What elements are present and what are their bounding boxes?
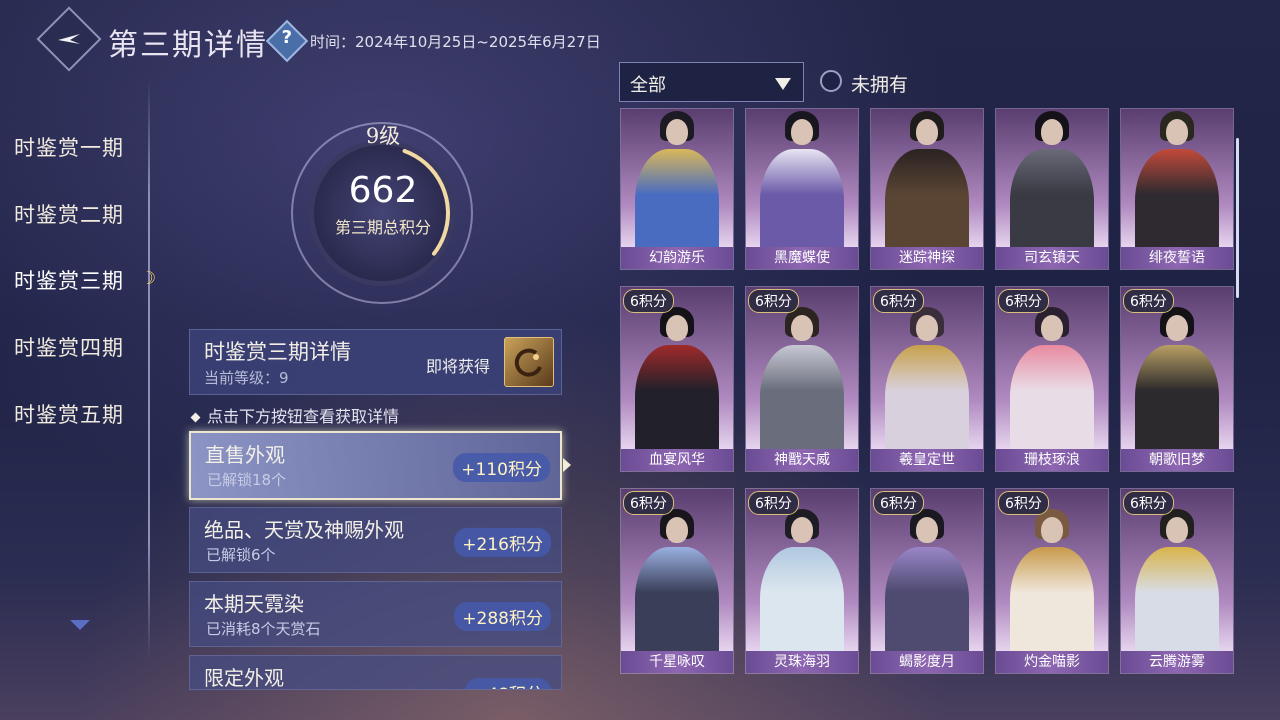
source-title: 绝品、天赏及神赐外观 — [204, 518, 404, 542]
points-badge: 6积分 — [873, 289, 924, 313]
hint-text: 点击下方按钮查看获取详情 — [190, 403, 400, 427]
score-ring: 9级 662 第三期总积分 — [283, 118, 483, 304]
outfit-portrait — [1121, 109, 1233, 269]
ring-progress-arc — [314, 145, 450, 281]
total-score-label: 第三期总积分 — [334, 218, 431, 237]
period-time: 时间：2024年10月25日~2025年6月27日 — [310, 33, 601, 51]
points-badge: 6积分 — [998, 491, 1049, 515]
outfit-name: 灵珠海羽 — [746, 651, 858, 673]
source-direct-sale[interactable]: 直售外观 已解锁18个 +110积分 — [189, 431, 562, 500]
outfit-card[interactable]: 6积分蝎影度月 — [870, 488, 984, 674]
source-title: 本期天霓染 — [204, 592, 304, 616]
outfit-name: 绯夜誓语 — [1121, 247, 1233, 269]
source-dye[interactable]: 本期天霓染 已消耗8个天赏石 +288积分 — [189, 581, 562, 647]
points-badge: 6积分 — [873, 491, 924, 515]
source-points: +110积分 — [453, 453, 550, 482]
page-title: 第三期详情 — [108, 28, 268, 63]
current-level: 当前等级：9 — [204, 369, 289, 387]
outfit-name: 朝歌旧梦 — [1121, 449, 1233, 471]
source-title: 限定外观 — [204, 666, 284, 690]
outfit-name: 司玄镇天 — [996, 247, 1108, 269]
source-limited[interactable]: 限定外观 +48积分 — [189, 655, 562, 690]
detail-title: 时鉴赏三期详情 — [204, 340, 351, 364]
points-badge: 6积分 — [623, 491, 674, 515]
outfit-card[interactable]: 绯夜誓语 — [1120, 108, 1234, 270]
outfit-name: 珊枝琢浪 — [996, 449, 1108, 471]
nav-item-period-1[interactable]: 时鉴赏一期 — [14, 132, 124, 162]
total-score: 662 — [348, 170, 418, 211]
outfit-card[interactable]: 迷踪神探 — [870, 108, 984, 270]
outfit-name: 云腾游雾 — [1121, 651, 1233, 673]
outfit-name: 幻韵游乐 — [621, 247, 733, 269]
period-detail-card: 时鉴赏三期详情 当前等级：9 即将获得 — [189, 329, 562, 395]
nav-item-period-2[interactable]: 时鉴赏二期 — [14, 199, 124, 229]
next-reward-icon[interactable] — [504, 337, 554, 387]
outfit-card[interactable]: 6积分珊枝琢浪 — [995, 286, 1109, 472]
outfit-card[interactable]: 6积分灼金喵影 — [995, 488, 1109, 674]
source-title: 直售外观 — [205, 443, 285, 467]
scroll-down-icon[interactable] — [70, 620, 90, 630]
outfit-name: 千星咏叹 — [621, 651, 733, 673]
source-sub: 已消耗8个天赏石 — [206, 620, 321, 638]
filter-selected: 全部 — [630, 75, 666, 96]
outfit-portrait — [746, 109, 858, 269]
points-badge: 6积分 — [998, 289, 1049, 313]
filter-dropdown[interactable]: 全部 — [619, 62, 804, 102]
outfit-card[interactable]: 黑魔蝶使 — [745, 108, 859, 270]
outfit-portrait — [871, 109, 983, 269]
points-badge: 6积分 — [748, 289, 799, 313]
nav-item-period-3[interactable]: 时鉴赏三期 — [14, 265, 124, 295]
points-badge: 6积分 — [1123, 289, 1174, 313]
outfit-name: 神戬天威 — [746, 449, 858, 471]
outfit-card[interactable]: 6积分灵珠海羽 — [745, 488, 859, 674]
grid-scrollbar[interactable] — [1236, 138, 1239, 298]
dropdown-caret-icon — [775, 78, 791, 90]
outfit-name: 灼金喵影 — [996, 651, 1108, 673]
outfit-name: 血宴风华 — [621, 449, 733, 471]
outfit-name: 迷踪神探 — [871, 247, 983, 269]
nav-divider — [148, 80, 150, 660]
outfit-name: 黑魔蝶使 — [746, 247, 858, 269]
unowned-label[interactable]: 未拥有 — [851, 70, 908, 97]
outfit-card[interactable]: 6积分神戬天威 — [745, 286, 859, 472]
points-badge: 6积分 — [748, 491, 799, 515]
active-moon-icon: ☽ — [140, 268, 157, 289]
unowned-radio[interactable] — [820, 70, 842, 92]
soon-label: 即将获得 — [426, 357, 491, 376]
outfit-card[interactable]: 幻韵游乐 — [620, 108, 734, 270]
outfit-name: 蝎影度月 — [871, 651, 983, 673]
nav-item-period-5[interactable]: 时鉴赏五期 — [14, 399, 124, 429]
source-points: +216积分 — [454, 528, 551, 557]
level-label: 9级 — [365, 124, 401, 148]
back-button[interactable] — [36, 6, 102, 72]
outfit-card[interactable]: 6积分血宴风华 — [620, 286, 734, 472]
diamond-bullet-icon — [190, 412, 201, 423]
selected-arrow-icon — [563, 458, 571, 472]
source-points: +48积分 — [465, 678, 551, 689]
outfit-portrait — [996, 109, 1108, 269]
outfit-card[interactable]: 6积分朝歌旧梦 — [1120, 286, 1234, 472]
outfit-portrait — [621, 109, 733, 269]
source-sub: 已解锁6个 — [206, 546, 276, 564]
outfit-name: 羲皇定世 — [871, 449, 983, 471]
wing-back-icon — [58, 34, 80, 44]
points-badge: 6积分 — [623, 289, 674, 313]
question-mark-icon: ? — [281, 26, 293, 48]
outfit-grid: 幻韵游乐 黑魔蝶使 迷踪神探 司玄镇天 绯夜誓语 6积分 血宴风华 6积分 神戬天威 6积分 羲皇定… — [618, 108, 1240, 690]
source-points: +288积分 — [454, 602, 551, 631]
outfit-card[interactable]: 司玄镇天 — [995, 108, 1109, 270]
outfit-card[interactable]: 6积分千星咏叹 — [620, 488, 734, 674]
points-badge: 6积分 — [1123, 491, 1174, 515]
help-button[interactable]: ? — [265, 19, 309, 63]
hint-label: 点击下方按钮查看获取详情 — [207, 407, 400, 426]
source-sub: 已解锁18个 — [207, 471, 287, 489]
nav-item-period-4[interactable]: 时鉴赏四期 — [14, 332, 124, 362]
outfit-card[interactable]: 6积分云腾游雾 — [1120, 488, 1234, 674]
source-premium[interactable]: 绝品、天赏及神赐外观 已解锁6个 +216积分 — [189, 507, 562, 573]
outfit-card[interactable]: 6积分羲皇定世 — [870, 286, 984, 472]
